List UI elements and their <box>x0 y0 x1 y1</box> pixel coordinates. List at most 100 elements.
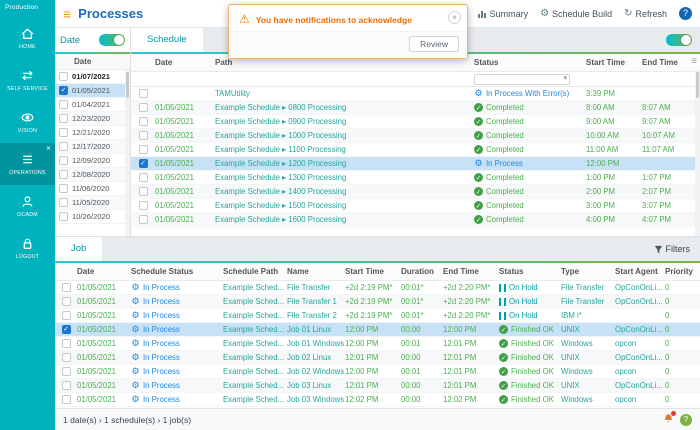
close-icon[interactable]: ✕ <box>46 146 51 152</box>
job-table-row[interactable]: 01/05/2021 In Process Example Sched... J… <box>55 323 700 337</box>
job-table-row[interactable]: 01/05/2021 In Process Example Sched... F… <box>55 281 700 295</box>
row-checkbox[interactable] <box>139 89 148 98</box>
col-header-type[interactable]: Type <box>561 267 615 276</box>
row-checkbox[interactable] <box>139 131 148 140</box>
row-checkbox[interactable] <box>59 184 68 193</box>
row-checkbox[interactable] <box>139 215 148 224</box>
row-checkbox[interactable] <box>62 381 71 390</box>
menu-icon[interactable]: ≡ <box>63 6 71 22</box>
col-header-schedule-path[interactable]: Schedule Path <box>223 267 287 276</box>
schedule-table-row[interactable]: 01/05/2021 Example Schedule ▸ 1400 Proce… <box>131 185 700 199</box>
date-column-header[interactable]: Date <box>55 54 130 70</box>
row-checkbox[interactable] <box>62 283 71 292</box>
col-header-schedule-status[interactable]: Schedule Status <box>131 267 223 276</box>
job-table-row[interactable]: 01/05/2021 In Process Example Sched... J… <box>55 379 700 393</box>
job-table-row[interactable]: 01/05/2021 In Process Example Sched... J… <box>55 393 700 407</box>
row-checkbox[interactable] <box>59 100 68 109</box>
help-bubble-icon[interactable]: ? <box>680 414 692 426</box>
col-header-status[interactable]: Status <box>499 267 561 276</box>
row-checkbox[interactable] <box>62 339 71 348</box>
row-checkbox[interactable] <box>139 117 148 126</box>
row-checkbox[interactable] <box>59 86 68 95</box>
row-checkbox[interactable] <box>139 145 148 154</box>
row-checkbox[interactable] <box>62 311 71 320</box>
row-checkbox[interactable] <box>62 297 71 306</box>
schedule-table-row[interactable]: 01/05/2021 Example Schedule ▸ 0900 Proce… <box>131 115 700 129</box>
job-table-row[interactable]: 01/05/2021 In Process Example Sched... J… <box>55 365 700 379</box>
row-checkbox[interactable] <box>59 170 68 179</box>
row-checkbox[interactable] <box>59 128 68 137</box>
row-checkbox[interactable] <box>139 159 148 168</box>
schedule-table-row[interactable]: TAMUtility In Process With Error(s) 3:39… <box>131 87 700 101</box>
col-header-start-time[interactable]: Start Time <box>586 58 642 67</box>
date-scrollbar[interactable] <box>125 70 130 236</box>
row-checkbox[interactable] <box>59 156 68 165</box>
date-list-item[interactable]: 11/05/2020 <box>55 196 130 210</box>
row-checkbox[interactable] <box>59 212 68 221</box>
tab-schedule[interactable]: Schedule <box>131 28 203 52</box>
row-checkbox[interactable] <box>139 103 148 112</box>
date-list-item[interactable]: 11/06/2020 <box>55 182 130 196</box>
schedule-table-row[interactable]: 01/05/2021 Example Schedule ▸ 0800 Proce… <box>131 101 700 115</box>
col-header-end-time[interactable]: End Time <box>443 267 499 276</box>
schedule-filter-toggle[interactable] <box>666 34 692 46</box>
row-checkbox[interactable] <box>62 325 71 334</box>
schedule-table-row[interactable]: 01/05/2021 Example Schedule ▸ 1500 Proce… <box>131 199 700 213</box>
scrollbar-thumb[interactable] <box>696 72 699 98</box>
row-checkbox[interactable] <box>59 142 68 151</box>
date-list-item[interactable]: 01/05/2021 <box>55 84 130 98</box>
schedule-scrollbar[interactable] <box>695 70 700 236</box>
date-list-item[interactable]: 01/04/2021 <box>55 98 130 112</box>
schedule-build-button[interactable]: ⚙Schedule Build <box>540 8 612 19</box>
filters-button[interactable]: Filters <box>654 244 691 254</box>
col-header-start-time[interactable]: Start Time <box>345 267 401 276</box>
date-list-item[interactable]: 12/08/2020 <box>55 168 130 182</box>
row-checkbox[interactable] <box>59 198 68 207</box>
tab-job[interactable]: Job <box>55 237 102 261</box>
row-checkbox[interactable] <box>59 114 68 123</box>
col-header-start-agent[interactable]: Start Agent <box>615 267 665 276</box>
row-checkbox[interactable] <box>59 72 68 81</box>
review-button[interactable]: Review <box>409 36 459 52</box>
col-header-status[interactable]: Status <box>474 58 586 67</box>
job-table-row[interactable]: 01/05/2021 In Process Example Sched... J… <box>55 337 700 351</box>
date-list-item[interactable]: 12/09/2020 <box>55 154 130 168</box>
col-header-name[interactable]: Name <box>287 267 345 276</box>
schedule-table-row[interactable]: 01/05/2021 Example Schedule ▸ 1000 Proce… <box>131 129 700 143</box>
col-header-date[interactable]: Date <box>155 58 215 67</box>
date-list-item[interactable]: 12/21/2020 <box>55 126 130 140</box>
sidebar-item-home[interactable]: HOME <box>0 17 55 59</box>
schedule-table-row[interactable]: 01/05/2021 Example Schedule ▸ 1100 Proce… <box>131 143 700 157</box>
date-list-item[interactable]: 10/26/2020 <box>55 210 130 224</box>
date-list-item[interactable]: 01/07/2021 <box>55 70 130 84</box>
refresh-button[interactable]: ↻Refresh <box>624 8 667 19</box>
schedule-table-row[interactable]: 01/05/2021 Example Schedule ▸ 1200 Proce… <box>131 157 700 171</box>
date-list-item[interactable]: 12/17/2020 <box>55 140 130 154</box>
schedule-table-row[interactable]: 01/05/2021 Example Schedule ▸ 1600 Proce… <box>131 213 700 227</box>
summary-button[interactable]: Summary <box>477 9 529 19</box>
column-menu-icon[interactable]: ≡ <box>691 57 697 67</box>
job-table-row[interactable]: 01/05/2021 In Process Example Sched... J… <box>55 351 700 365</box>
schedule-table-row[interactable]: 01/05/2021 Example Schedule ▸ 1300 Proce… <box>131 171 700 185</box>
col-header-end-time[interactable]: End Time <box>642 58 686 67</box>
row-checkbox[interactable] <box>62 367 71 376</box>
col-header-duration[interactable]: Duration <box>401 267 443 276</box>
col-header-date[interactable]: Date <box>77 267 131 276</box>
notifications-bell-icon[interactable] <box>663 413 674 426</box>
status-filter-dropdown[interactable]: ▾ <box>474 74 570 85</box>
sidebar-item-logout[interactable]: LOGOUT <box>0 227 55 269</box>
job-table-row[interactable]: 01/05/2021 In Process Example Sched... F… <box>55 309 700 323</box>
row-checkbox[interactable] <box>62 395 71 404</box>
toast-close-button[interactable]: × <box>448 11 461 24</box>
sidebar-item-self-service[interactable]: SELF SERVICE <box>0 59 55 101</box>
sidebar-item-vision[interactable]: VISION <box>0 101 55 143</box>
sidebar-item-operations[interactable]: ✕ OPERATIONS <box>0 143 55 185</box>
row-checkbox[interactable] <box>139 201 148 210</box>
row-checkbox[interactable] <box>62 353 71 362</box>
sidebar-item-ocadm[interactable]: OCADM <box>0 185 55 227</box>
row-checkbox[interactable] <box>139 187 148 196</box>
col-header-priority[interactable]: Priority <box>665 267 700 276</box>
scrollbar-thumb[interactable] <box>126 72 129 98</box>
row-checkbox[interactable] <box>139 173 148 182</box>
job-table-row[interactable]: 01/05/2021 In Process Example Sched... F… <box>55 295 700 309</box>
